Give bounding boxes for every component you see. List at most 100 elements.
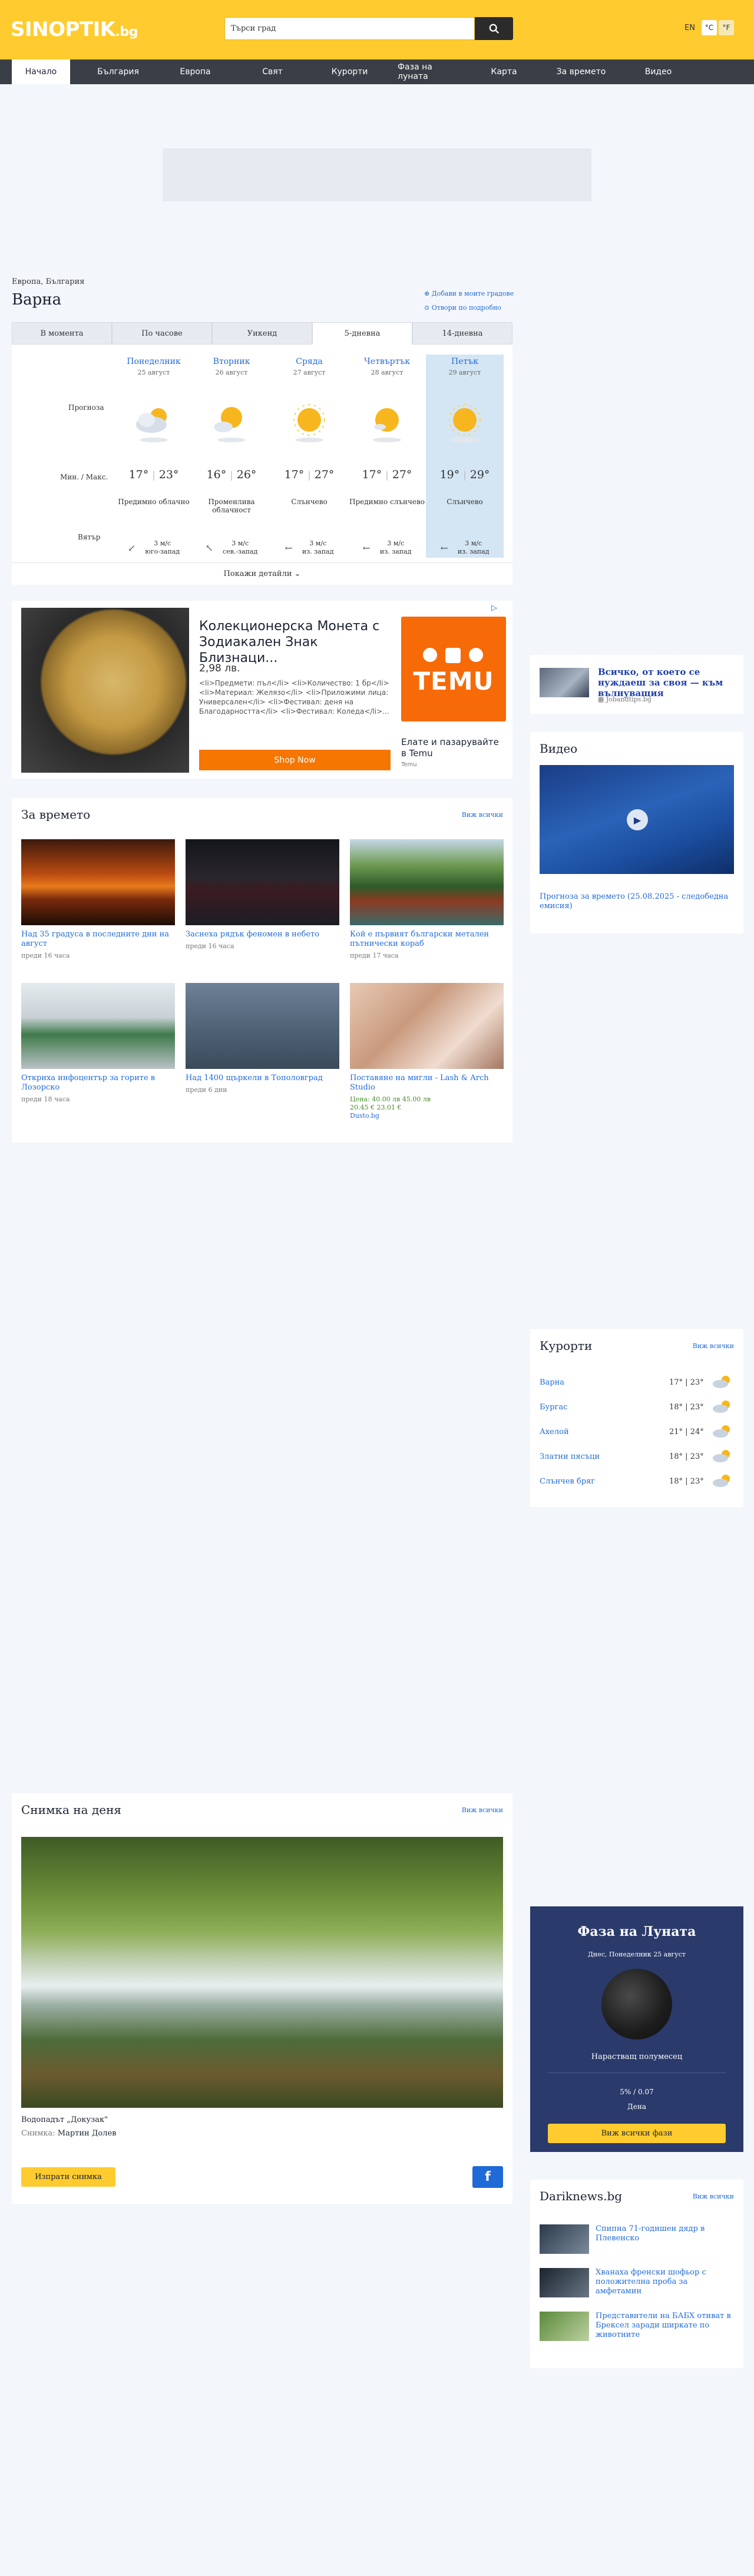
- open-details-link[interactable]: ⊙ Отвори по подробно: [424, 304, 501, 312]
- ad-choices-icon[interactable]: ▷: [491, 604, 497, 612]
- news-card[interactable]: Кой е първият български метален пътничес…: [350, 839, 504, 959]
- nav-moon-phase[interactable]: Фаза на луната: [398, 59, 456, 84]
- temu-mascots-icon: [423, 647, 483, 663]
- resorts-see-all[interactable]: Виж всички: [693, 1342, 734, 1350]
- dariknews-see-all[interactable]: Виж всички: [693, 2193, 734, 2200]
- mostly-sunny-icon: [363, 399, 411, 446]
- wind-info: ← 3 м/с из. запад: [270, 539, 348, 556]
- weather-news-see-all[interactable]: Виж всички: [462, 811, 503, 819]
- tab-5-day[interactable]: 5-дневна: [312, 322, 412, 345]
- wind-speed: 3 м/с: [465, 539, 482, 547]
- weather-news-title: За времето: [21, 807, 91, 822]
- news-time: преди 17 часа: [350, 952, 399, 959]
- nav-about-weather[interactable]: За времето: [552, 59, 610, 84]
- coin-image: [21, 608, 189, 773]
- photo-of-day-title: Снимка на деня: [21, 1803, 122, 1817]
- search-button[interactable]: [475, 17, 513, 40]
- news-title[interactable]: Заснеха рядък феномен в небето: [186, 930, 339, 939]
- sidebar-ad[interactable]: Всичко, от което се нуждаеш за своя — къ…: [530, 655, 743, 714]
- nav-video[interactable]: Видео: [629, 59, 687, 84]
- resort-row[interactable]: Слънчев бряг 18° | 23°: [540, 1469, 734, 1493]
- waterfall-image[interactable]: [21, 1837, 503, 2108]
- moon-illumination: 5% / 0.07: [620, 2088, 654, 2096]
- site-logo[interactable]: SINOPTIK.bg: [11, 18, 138, 41]
- weather-description: Предимно облачно: [118, 498, 190, 506]
- nav-world[interactable]: Свят: [243, 59, 302, 84]
- header: SINOPTIK.bg Търси град EN °C °F: [0, 0, 754, 59]
- nav-home[interactable]: Начало: [12, 59, 70, 84]
- storks-image: [186, 983, 339, 1069]
- sun-icon: [441, 399, 488, 446]
- news-title[interactable]: Кой е първият български метален пътничес…: [350, 930, 504, 949]
- language-switch[interactable]: EN: [684, 24, 695, 32]
- news-card[interactable]: Откриха инфоцентър за горите в Лозорско …: [21, 983, 175, 1103]
- news-title[interactable]: Хванаха френски шофьор с положителна про…: [596, 2268, 734, 2296]
- search-input[interactable]: Търси град: [224, 17, 475, 40]
- moon-days: Дена: [627, 2102, 646, 2111]
- add-favorite-link[interactable]: ⊕ Добави в моите градове: [424, 290, 514, 297]
- dariknews-item[interactable]: Хванаха френски шофьор с положителна про…: [540, 2268, 734, 2300]
- day-name[interactable]: Вторник: [193, 357, 270, 366]
- nav-europe[interactable]: Европа: [166, 59, 224, 84]
- native-ad[interactable]: Колекционерска Монета с Зодиакален Знак …: [12, 601, 512, 779]
- dariknews-item[interactable]: Спипна 71-годишен дядр в Плевенско: [540, 2224, 734, 2256]
- resort-row[interactable]: Варна 17° | 23°: [540, 1370, 734, 1394]
- forecast-day[interactable]: Сряда 27 август 17° | 27° Слънчево ← 3 м/с из.…: [270, 355, 348, 558]
- ad-banner[interactable]: [163, 148, 591, 201]
- news-thumbnail: [540, 2268, 589, 2297]
- nav-bulgaria[interactable]: България: [89, 59, 147, 84]
- news-title[interactable]: Над 35 градуса в последните дни на авгус…: [21, 930, 175, 949]
- news-card[interactable]: Поставяне на мигли - Lash & Arch Studio …: [350, 983, 504, 1120]
- day-name[interactable]: Петък: [426, 357, 504, 366]
- shop-now-button[interactable]: Shop Now: [199, 750, 391, 770]
- show-details-button[interactable]: Покажи детайли ⌄: [12, 562, 512, 585]
- day-name[interactable]: Сряда: [270, 357, 348, 366]
- sidebar-ad-title[interactable]: Всичко, от което се нуждаеш за своя — къ…: [598, 667, 736, 698]
- min-max-temps: 16° | 26°: [206, 468, 257, 481]
- ad-title[interactable]: Колекционерска Монета с Зодиакален Знак …: [199, 618, 399, 666]
- wind-direction-icon: ←: [362, 542, 371, 554]
- unit-fahrenheit[interactable]: °F: [719, 20, 734, 35]
- news-card[interactable]: Над 1400 щъркели в Тополовград преди 6 д…: [186, 983, 339, 1094]
- forecast-day[interactable]: Четвъртък 28 август 17° | 27° Предимно слън…: [348, 355, 426, 558]
- temu-wordmark: TEMU: [413, 666, 494, 696]
- day-name[interactable]: Понеделник: [115, 357, 193, 366]
- nav-map[interactable]: Карта: [475, 59, 533, 84]
- dariknews-item[interactable]: Представители на БАБХ отиват в Брексел з…: [540, 2312, 734, 2343]
- news-title[interactable]: Откриха инфоцентър за горите в Лозорско: [21, 1074, 175, 1092]
- wind-direction: из. запад: [457, 548, 490, 555]
- forecast-day[interactable]: Вторник 26 август 16° | 26° Променлива обла…: [193, 355, 270, 558]
- photo-of-day-see-all[interactable]: Виж всички: [462, 1806, 503, 1814]
- tab-now[interactable]: В момента: [12, 322, 112, 345]
- nav-resorts[interactable]: Курорти: [320, 59, 379, 84]
- news-title[interactable]: Представители на БАБХ отиват в Брексел з…: [596, 2312, 734, 2340]
- play-icon[interactable]: ▶: [627, 809, 648, 830]
- temu-caption[interactable]: Елате и пазарувайте в Temu: [401, 737, 506, 759]
- resort-row[interactable]: Златни пясъци 18° | 23°: [540, 1445, 734, 1468]
- temu-logo[interactable]: TEMU: [401, 617, 506, 721]
- forecast-tabs: В момента По часове Уикенд 5-дневна 14-д…: [12, 322, 512, 345]
- unit-celsius[interactable]: °C: [702, 20, 717, 35]
- all-phases-button[interactable]: Виж всички фази: [548, 2124, 726, 2143]
- resort-row[interactable]: Бургас 18° | 23°: [540, 1395, 734, 1419]
- news-title[interactable]: Поставяне на мигли - Lash & Arch Studio: [350, 1074, 504, 1092]
- wind-speed: 3 м/с: [154, 539, 171, 547]
- forecast-day[interactable]: Понеделник 25 август 17° | 23° Предимно обл…: [115, 355, 193, 558]
- news-title[interactable]: Спипна 71-годишен дядр в Плевенско: [596, 2224, 734, 2243]
- resort-row[interactable]: Ахелой 21° | 24°: [540, 1420, 734, 1443]
- video-thumbnail[interactable]: ▶: [540, 765, 734, 874]
- send-photo-button[interactable]: Изпрати снимка: [21, 2167, 115, 2187]
- news-title[interactable]: Над 1400 щъркели в Тополовград: [186, 1074, 339, 1083]
- news-card[interactable]: Над 35 градуса в последните дни на авгус…: [21, 839, 175, 959]
- temu-source: Temu: [401, 761, 417, 768]
- forecast-day[interactable]: Петък 29 август 19° | 29° Слънчево ← 3 м/с из.…: [426, 355, 504, 558]
- tab-weekend[interactable]: Уикенд: [212, 322, 312, 345]
- video-caption[interactable]: Прогноза за времето (25.08.2025 - следоб…: [540, 892, 734, 911]
- tab-14-day[interactable]: 14-дневна: [412, 322, 512, 345]
- facebook-icon[interactable]: f: [472, 2166, 503, 2188]
- promo-source[interactable]: Dusto.bg: [350, 1112, 504, 1120]
- video-title: Видео: [540, 741, 578, 756]
- day-name[interactable]: Четвъртък: [348, 357, 426, 366]
- tab-hourly[interactable]: По часове: [112, 322, 212, 345]
- news-card[interactable]: Заснеха рядък феномен в небето преди 16 …: [186, 839, 339, 950]
